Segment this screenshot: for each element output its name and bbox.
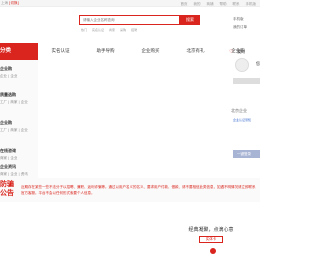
hot-word[interactable]: 采购 [120, 28, 126, 32]
top-link-help[interactable]: 帮助 [220, 2, 227, 7]
company-label: 北京企业 [231, 108, 247, 113]
sidebar-group-sub: 商家 | 企业 [0, 156, 18, 160]
search-box [79, 15, 180, 25]
notice-bar: 防骗公告 近期存在某些一些不法分子以招聘、兼职、返利诈骗等。通过以用户名义的名义… [0, 178, 260, 202]
top-bar: 上海 [切换] 首页 我的 商铺 帮助 联系 手机版 [0, 0, 260, 7]
my-orders-link[interactable]: 我的订单 [233, 23, 247, 31]
sidebar-group[interactable]: 企业购 企业 | 企业 [0, 66, 38, 79]
location-selector[interactable]: 上海 [切换] [1, 1, 19, 6]
nav-item[interactable]: 助手导购 [83, 43, 128, 60]
top-link-mobile[interactable]: 手机版 [246, 2, 257, 7]
top-link-contact[interactable]: 联系 [233, 2, 240, 7]
user-panel: ♡ 我的 您 北京企业 企业认证须知 一键登录 [229, 43, 260, 173]
sidebar-group[interactable]: 企业购 工厂 | 商家 | 企业 [0, 120, 38, 133]
mobile-link[interactable]: 手机版 [233, 15, 247, 23]
one-click-login-button[interactable]: 一键登录 [233, 150, 260, 158]
category-sidebar: 企业购 企业 | 企业 质量选购 工厂 | 商家 | 企业 企业购 工厂 | 商… [0, 60, 38, 178]
sidebar-group-sub: 工厂 | 商家 | 企业 [0, 128, 28, 132]
promo-tag[interactable]: 实体卡 [199, 236, 223, 243]
hot-word[interactable]: 实名认证 [92, 28, 104, 32]
side-top-links: 手机版 我的订单 [233, 15, 247, 31]
promo-slogan: 经典凝聚，点滴心意 [188, 227, 234, 233]
search-input[interactable] [80, 16, 179, 24]
avatar[interactable] [235, 58, 249, 72]
sidebar-group-sub: 企业 | 企业 [0, 74, 18, 78]
search-bar: 搜索 [79, 15, 200, 25]
category-header[interactable]: 分类 [0, 43, 38, 60]
sidebar-group-title: 企业购 [0, 66, 12, 71]
user-name: 您 [256, 61, 260, 66]
top-link-shop[interactable]: 商铺 [207, 2, 214, 7]
location-switch-link[interactable]: [切换] [9, 1, 19, 5]
sidebar-group-title: 在线咨询 [0, 148, 16, 153]
top-links: 首页 我的 商铺 帮助 联系 手机版 [181, 2, 257, 7]
sidebar-group[interactable]: 在线咨询 商家 | 企业 [0, 148, 38, 161]
hot-word[interactable]: 招聘 [131, 28, 137, 32]
hot-word[interactable]: 商家 [109, 28, 115, 32]
top-link-home[interactable]: 首页 [181, 2, 188, 7]
sidebar-group[interactable]: 企业资讯 商家 | 企业 | 资讯 [0, 164, 38, 177]
nav-item[interactable]: 实名认证 [38, 43, 83, 60]
certification-note-link[interactable]: 企业认证须知 [233, 118, 251, 122]
sidebar-group-title: 质量选购 [0, 92, 16, 97]
main-nav: 实名认证 助手导购 企业购买 北京有礼 企业购 [38, 43, 258, 60]
top-link-mine[interactable]: 我的 [194, 2, 201, 7]
sidebar-group-sub: 商家 | 企业 | 资讯 [0, 172, 28, 176]
sidebar-group-title: 企业购 [0, 120, 12, 125]
nav-item[interactable]: 北京有礼 [173, 43, 218, 60]
hot-words: 热门 实名认证 商家 采购 招聘 [81, 28, 137, 32]
search-button[interactable]: 搜索 [180, 15, 200, 25]
nav-item[interactable]: 企业购买 [128, 43, 173, 60]
promo-dot-icon [210, 248, 216, 254]
sidebar-group[interactable]: 质量选购 工厂 | 商家 | 企业 [0, 92, 38, 105]
notice-label: 防骗公告 [0, 180, 14, 197]
sidebar-group-sub: 工厂 | 商家 | 企业 [0, 100, 28, 104]
location-text: 上海 [1, 1, 8, 5]
login-placeholder-button[interactable] [233, 78, 260, 84]
promo-block: 经典凝聚，点滴心意 实体卡 [180, 226, 242, 254]
sidebar-group-title: 企业资讯 [0, 164, 16, 169]
notice-text: 近期存在某些一些不法分子以招聘、兼职、返利诈骗等。通过以用户名义的名义、要求用户… [21, 185, 256, 195]
hot-word[interactable]: 热门 [81, 28, 87, 32]
